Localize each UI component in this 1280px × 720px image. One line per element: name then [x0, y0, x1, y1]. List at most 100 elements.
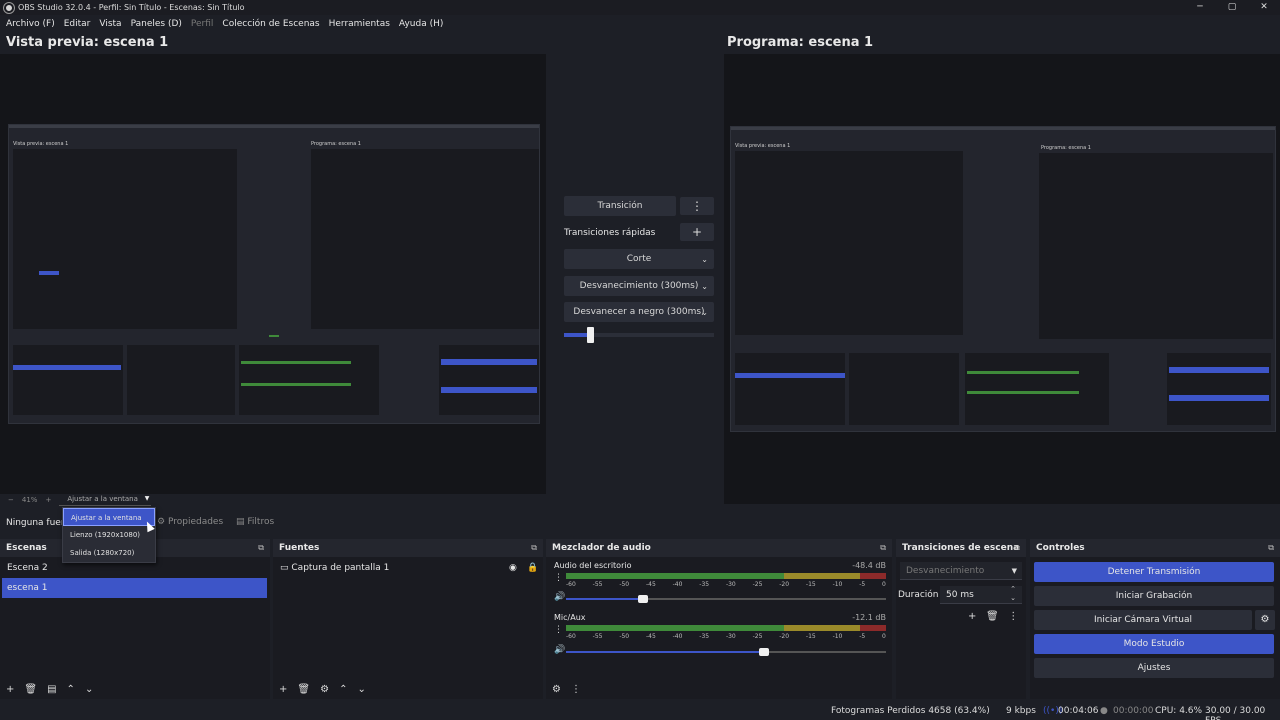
undock-icon[interactable]: ⧉ — [1268, 539, 1274, 557]
menu-archivo[interactable]: Archivo (F) — [6, 19, 55, 29]
start-virtual-camera-button[interactable]: Iniciar Cámara Virtual — [1034, 610, 1252, 630]
stop-streaming-button[interactable]: Detener Transmisión — [1034, 562, 1274, 582]
tick-label: -5 — [859, 581, 866, 588]
menu-herramientas[interactable]: Herramientas — [329, 19, 390, 29]
more-vertical-icon[interactable]: ⋮ — [571, 684, 581, 695]
add-icon[interactable]: + — [279, 684, 287, 695]
quick-transition-desvanecimiento[interactable]: Desvanecimiento (300ms) ⌄ — [564, 276, 714, 296]
trash-icon[interactable]: 🗑 — [297, 684, 310, 695]
mixer-toolbar: ⚙ ⋮ — [546, 678, 892, 700]
arrow-up-icon[interactable]: ⌃ — [67, 684, 75, 695]
t-bar-handle[interactable] — [586, 327, 594, 343]
scenes-dock: Escenas ⧉ Escena 2 escena 1 + 🗑 ▤ ⌃ ⌄ — [0, 539, 270, 699]
preview-canvas[interactable]: Vista previa: escena 1 Programa: escena … — [0, 54, 546, 494]
lock-icon[interactable]: 🔒 — [527, 558, 538, 578]
speaker-icon[interactable]: 🔊 — [554, 592, 565, 602]
properties-button[interactable]: ⚙ Propiedades — [157, 517, 223, 527]
source-item-label: Captura de pantalla 1 — [291, 563, 390, 573]
menu-editar[interactable]: Editar — [64, 19, 91, 29]
gear-icon[interactable]: ⚙ — [320, 684, 329, 695]
zoom-out-button[interactable]: − — [8, 496, 14, 504]
studio-mode-button[interactable]: Modo Estudio — [1034, 634, 1274, 654]
trash-icon[interactable]: 🗑 — [986, 611, 999, 622]
transition-type-select[interactable]: Desvanecimiento ▼ — [900, 562, 1022, 580]
menu-ayuda[interactable]: Ayuda (H) — [399, 19, 443, 29]
undock-icon[interactable]: ⧉ — [531, 539, 537, 557]
undock-icon[interactable]: ⧉ — [258, 539, 264, 557]
tick-label: -55 — [592, 633, 603, 640]
stream-time: 00:04:06 — [1058, 706, 1099, 716]
settings-button[interactable]: Ajustes — [1034, 658, 1274, 678]
tick-label: -10 — [832, 633, 843, 640]
scaling-option-canvas[interactable]: Lienzo (1920x1080) — [63, 526, 155, 544]
menu-perfil[interactable]: Perfil — [191, 19, 214, 29]
speaker-icon[interactable]: 🔊 — [554, 645, 565, 655]
scaling-option-window[interactable]: Ajustar a la ventana — [63, 508, 155, 526]
gear-icon[interactable]: ⚙ — [552, 684, 561, 695]
more-vertical-icon: ⋮ — [691, 199, 703, 213]
undock-icon[interactable]: ⧉ — [880, 539, 886, 557]
sources-dock-title: Fuentes — [279, 543, 320, 553]
arrow-down-icon[interactable]: ⌄ — [357, 684, 365, 695]
tick-label: -30 — [725, 581, 736, 588]
preview-capture-image: Vista previa: escena 1 Programa: escena … — [8, 124, 540, 424]
filters-button[interactable]: ▤ Filtros — [236, 517, 274, 527]
scaling-select[interactable]: Ajustar a la ventana ▼ — [59, 495, 152, 506]
menu-vista[interactable]: Vista — [99, 19, 121, 29]
record-icon: ● — [1100, 706, 1108, 716]
eye-icon[interactable]: ◉ — [509, 558, 517, 578]
quick-transition-label: Corte — [626, 254, 652, 264]
virtual-camera-settings-button[interactable]: ⚙ — [1255, 610, 1275, 630]
close-button[interactable]: ✕ — [1248, 0, 1280, 15]
scaling-option-output[interactable]: Salida (1280x720) — [63, 544, 155, 562]
volume-handle[interactable] — [637, 595, 648, 603]
tick-label: -15 — [805, 581, 816, 588]
transition-actions: + 🗑 ⋮ — [968, 611, 1018, 622]
menu-coleccion-escenas[interactable]: Colección de Escenas — [222, 19, 319, 29]
scaling-dropdown-menu: Ajustar a la ventana Lienzo (1920x1080) … — [62, 507, 156, 563]
quick-transition-corte[interactable]: Corte ⌄ — [564, 249, 714, 269]
transition-options-button[interactable]: ⋮ — [680, 197, 714, 215]
quick-transition-label: Desvanecer a negro (300ms) — [573, 307, 705, 317]
add-icon[interactable]: + — [6, 684, 14, 695]
more-vertical-icon[interactable]: ⋮ — [554, 625, 563, 635]
controls-title: Controles — [1036, 543, 1085, 553]
undock-icon[interactable]: ⧉ — [1014, 539, 1020, 557]
menu-paneles[interactable]: Paneles (D) — [131, 19, 182, 29]
duration-spinbox[interactable]: 50 ms ⌃ ⌄ — [940, 585, 1022, 604]
more-vertical-icon[interactable]: ⋮ — [1008, 611, 1018, 622]
start-recording-button[interactable]: Iniciar Grabación — [1034, 586, 1274, 606]
quick-transition-label: Desvanecimiento (300ms) — [579, 281, 699, 291]
channel-db: -48.4 dB — [852, 561, 886, 570]
audio-mixer-title: Mezclador de audio — [552, 543, 651, 553]
stepper-arrows-icon[interactable]: ⌃ ⌄ — [1010, 585, 1016, 603]
tick-label: -20 — [779, 581, 790, 588]
more-vertical-icon[interactable]: ⋮ — [554, 573, 563, 583]
program-capture-image: Vista previa: escena 1 Programa: escena … — [730, 126, 1276, 432]
scenes-toolbar: + 🗑 ▤ ⌃ ⌄ — [0, 678, 270, 700]
add-icon[interactable]: + — [968, 611, 976, 622]
trash-icon[interactable]: 🗑 — [24, 684, 37, 695]
zoom-in-button[interactable]: + — [45, 496, 51, 504]
obs-logo-icon — [4, 2, 14, 13]
audio-meter — [566, 573, 886, 579]
tick-label: -50 — [619, 581, 630, 588]
filter-icon[interactable]: ▤ — [47, 684, 56, 695]
transition-button[interactable]: Transición — [564, 196, 676, 216]
menu-bar: Archivo (F) Editar Vista Paneles (D) Per… — [0, 16, 452, 31]
title-bar: OBS Studio 32.0.4 - Perfil: Sin Título -… — [0, 0, 1280, 15]
scene-item[interactable]: escena 1 — [2, 578, 267, 598]
tick-label: -20 — [779, 633, 790, 640]
volume-handle[interactable] — [759, 648, 770, 656]
add-quick-transition-button[interactable]: + — [680, 223, 714, 241]
arrow-up-icon[interactable]: ⌃ — [339, 684, 347, 695]
filter-icon: ▤ — [236, 517, 245, 527]
fps-value: 30.00 / 30.00 FPS — [1205, 706, 1266, 720]
maximize-button[interactable]: ▢ — [1216, 0, 1248, 15]
volume-fill — [566, 651, 765, 653]
source-item[interactable]: ▭ Captura de pantalla 1 ◉ 🔒 — [275, 558, 540, 578]
quick-transition-desvanecer-negro[interactable]: Desvanecer a negro (300ms) ⌄ — [564, 302, 714, 322]
minimize-button[interactable]: ─ — [1184, 0, 1216, 15]
tick-label: 0 — [882, 581, 886, 588]
arrow-down-icon[interactable]: ⌄ — [85, 684, 93, 695]
